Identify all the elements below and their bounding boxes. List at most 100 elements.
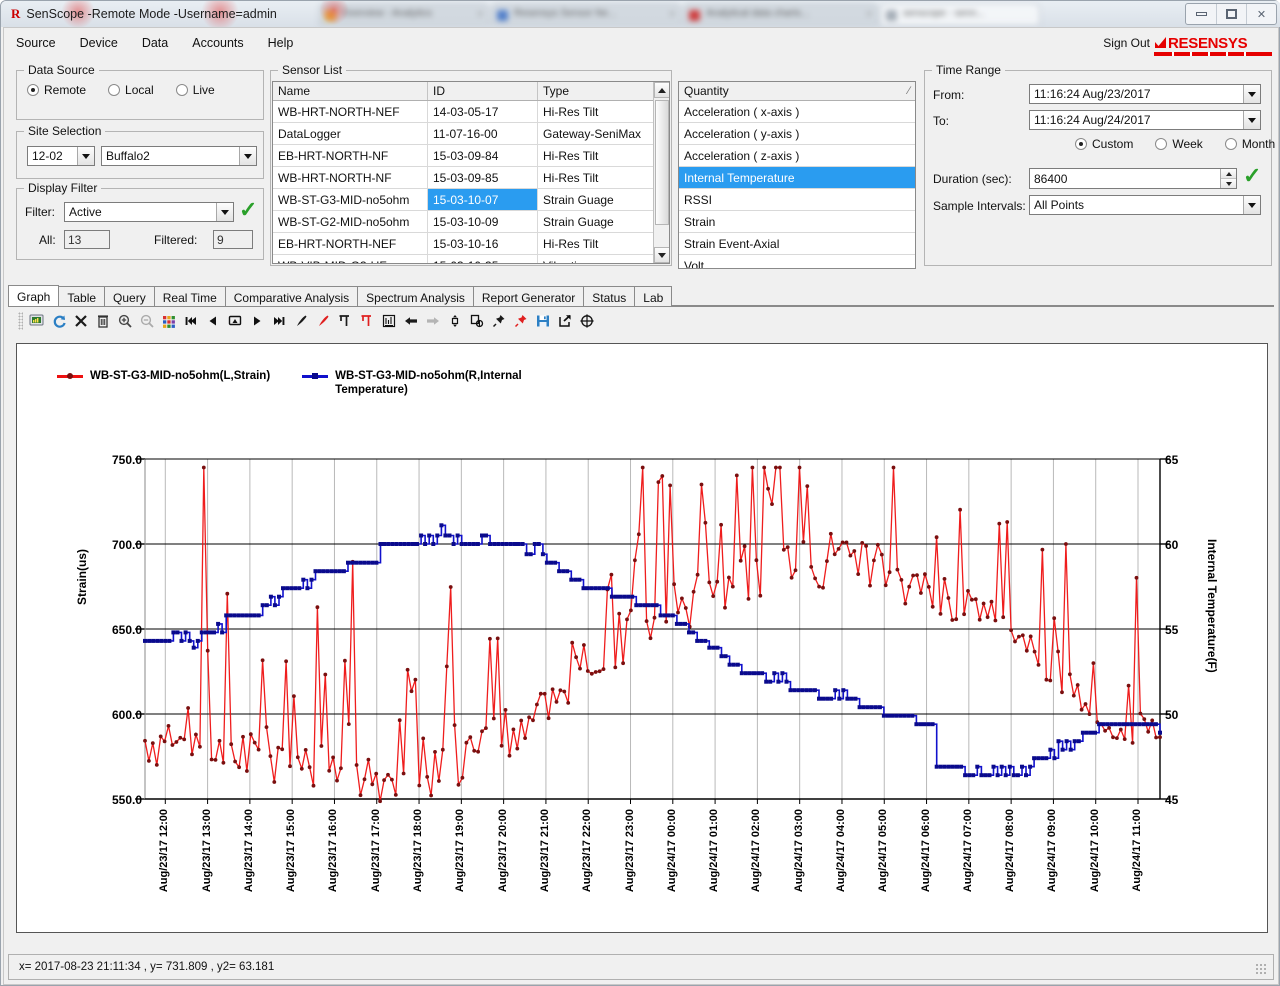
list-item[interactable]: Acceleration ( x-axis )	[679, 101, 915, 123]
scroll-down-icon[interactable]	[654, 247, 670, 263]
list-item[interactable]: Acceleration ( y-axis )	[679, 123, 915, 145]
list-item[interactable]: Strain	[679, 211, 915, 233]
chart-panel[interactable]: WB-ST-G3-MID-no5ohm(L,Strain) WB-ST-G3-M…	[16, 343, 1268, 933]
radio-remote[interactable]: Remote	[27, 83, 86, 97]
pen-red-icon[interactable]	[312, 310, 334, 332]
chevron-down-icon[interactable]	[239, 147, 256, 165]
tab-status[interactable]: Status	[583, 286, 635, 306]
table-row[interactable]: DataLogger 11-07-16-00 Gateway-SeniMax	[273, 123, 669, 145]
zoom-in-icon[interactable]	[114, 310, 136, 332]
stats-icon[interactable]	[378, 310, 400, 332]
chevron-down-icon[interactable]	[77, 147, 94, 165]
table-row[interactable]: WB-VIB-MID-G3-UF 15-03-10-35 Vibration	[273, 255, 669, 264]
radio-custom[interactable]: Custom	[1075, 137, 1133, 151]
stepper-up-icon[interactable]	[1221, 169, 1236, 179]
stepper-down-icon[interactable]	[1221, 179, 1236, 188]
undo-icon[interactable]	[400, 310, 422, 332]
vertical-fit-icon[interactable]	[444, 310, 466, 332]
quantity-list-grid[interactable]: Quantity ∕ Acceleration ( x-axis ) Accel…	[678, 81, 916, 269]
from-datetime-field[interactable]: 11:16:24 Aug/23/2017	[1029, 84, 1261, 104]
filter-combo[interactable]: Active	[64, 202, 234, 222]
background-tab[interactable]: Overview - Analytics ×	[319, 3, 489, 26]
menu-item-data[interactable]: Data	[130, 32, 180, 54]
menu-item-source[interactable]: Source	[4, 32, 68, 54]
check-icon[interactable]: ✓	[1243, 165, 1261, 187]
palette-icon[interactable]	[158, 310, 180, 332]
pen-black-icon[interactable]	[290, 310, 312, 332]
table-row-selected[interactable]: WB-ST-G3-MID-no5ohm 15-03-10-07 Strain G…	[273, 189, 669, 211]
radio-local[interactable]: Local	[108, 83, 154, 97]
sample-intervals-combo[interactable]: All Points	[1029, 195, 1261, 215]
scroll-up-icon[interactable]	[654, 82, 670, 98]
list-item[interactable]: Strain Event-Axial	[679, 233, 915, 255]
skip-last-icon[interactable]	[268, 310, 290, 332]
duration-stepper[interactable]	[1220, 169, 1236, 188]
radio-week[interactable]: Week	[1155, 137, 1202, 151]
chart-export-icon[interactable]	[26, 310, 48, 332]
tab-real-time[interactable]: Real Time	[154, 286, 226, 306]
radio-month[interactable]: Month	[1225, 137, 1275, 151]
list-item[interactable]: Acceleration ( z-axis )	[679, 145, 915, 167]
marker-black-icon[interactable]	[334, 310, 356, 332]
sign-out-link[interactable]: Sign Out	[1103, 36, 1150, 50]
pin-black-icon[interactable]	[488, 310, 510, 332]
check-icon[interactable]: ✓	[239, 199, 257, 221]
site-code-combo[interactable]: 12-02	[27, 146, 95, 166]
chevron-down-icon[interactable]	[1243, 196, 1260, 214]
screen-icon[interactable]	[224, 310, 246, 332]
site-name-combo[interactable]: Buffalo2	[101, 146, 257, 166]
chevron-down-icon[interactable]	[1243, 111, 1260, 129]
tab-lab[interactable]: Lab	[634, 286, 672, 306]
table-row[interactable]: WB-HRT-NORTH-NEF 14-03-05-17 Hi-Res Tilt	[273, 101, 669, 123]
column-header-quantity[interactable]: Quantity ∕	[679, 82, 915, 100]
sensor-list-grid[interactable]: Name ID Type WB-HRT-NORTH-NEF 14-03-05-1…	[272, 81, 670, 264]
tab-report-generator[interactable]: Report Generator	[473, 286, 584, 306]
close-icon[interactable]: ×	[866, 9, 872, 20]
resize-grip[interactable]	[1255, 963, 1267, 975]
column-header-id[interactable]: ID	[428, 82, 538, 100]
skip-first-icon[interactable]	[180, 310, 202, 332]
trash-icon[interactable]	[92, 310, 114, 332]
minimize-button[interactable]	[1186, 4, 1216, 24]
close-icon[interactable]: ×	[477, 9, 483, 20]
close-icon[interactable]: ×	[669, 9, 675, 20]
pin-red-icon[interactable]	[510, 310, 532, 332]
step-forward-icon[interactable]	[246, 310, 268, 332]
column-header-type[interactable]: Type	[538, 82, 655, 100]
radio-live[interactable]: Live	[176, 83, 215, 97]
step-back-icon[interactable]	[202, 310, 224, 332]
scrollbar-thumb[interactable]	[655, 100, 669, 225]
menu-item-accounts[interactable]: Accounts	[180, 32, 255, 54]
chevron-down-icon[interactable]	[216, 203, 233, 221]
to-datetime-field[interactable]: 11:16:24 Aug/24/2017	[1029, 110, 1261, 130]
column-header-name[interactable]: Name	[273, 82, 428, 100]
tab-comparative-analysis[interactable]: Comparative Analysis	[225, 286, 358, 306]
marker-red-icon[interactable]	[356, 310, 378, 332]
maximize-button[interactable]	[1216, 4, 1246, 24]
save-icon[interactable]	[532, 310, 554, 332]
sort-icon[interactable]: ∕	[908, 85, 910, 97]
chevron-down-icon[interactable]	[1243, 85, 1260, 103]
list-item[interactable]: Volt	[679, 255, 915, 269]
table-row[interactable]: WB-HRT-NORTH-NF 15-03-09-85 Hi-Res Tilt	[273, 167, 669, 189]
table-row[interactable]: EB-HRT-NORTH-NF 15-03-09-84 Hi-Res Tilt	[273, 145, 669, 167]
close-button[interactable]: ✕	[1246, 4, 1276, 24]
menu-item-help[interactable]: Help	[256, 32, 306, 54]
sensor-list-scrollbar[interactable]	[653, 82, 669, 263]
background-tab[interactable]: senscope - senn...	[880, 3, 1040, 26]
table-row[interactable]: WB-ST-G2-MID-no5ohm 15-03-10-09 Strain G…	[273, 211, 669, 233]
background-tab[interactable]: Resensys Sensor Ne... ×	[491, 3, 681, 26]
delete-x-icon[interactable]	[70, 310, 92, 332]
refresh-icon[interactable]	[48, 310, 70, 332]
redo-icon[interactable]	[422, 310, 444, 332]
zoom-out-icon[interactable]	[136, 310, 158, 332]
table-row[interactable]: EB-HRT-NORTH-NEF 15-03-10-16 Hi-Res Tilt	[273, 233, 669, 255]
crosshair-icon[interactable]	[576, 310, 598, 332]
list-item-selected[interactable]: Internal Temperature	[679, 167, 915, 189]
scale-icon[interactable]	[466, 310, 488, 332]
background-tab[interactable]: Analytical data charts... ×	[683, 3, 878, 26]
tab-graph[interactable]: Graph	[8, 285, 59, 306]
menu-item-device[interactable]: Device	[68, 32, 130, 54]
list-item[interactable]: RSSI	[679, 189, 915, 211]
duration-field[interactable]: 86400	[1029, 168, 1237, 189]
